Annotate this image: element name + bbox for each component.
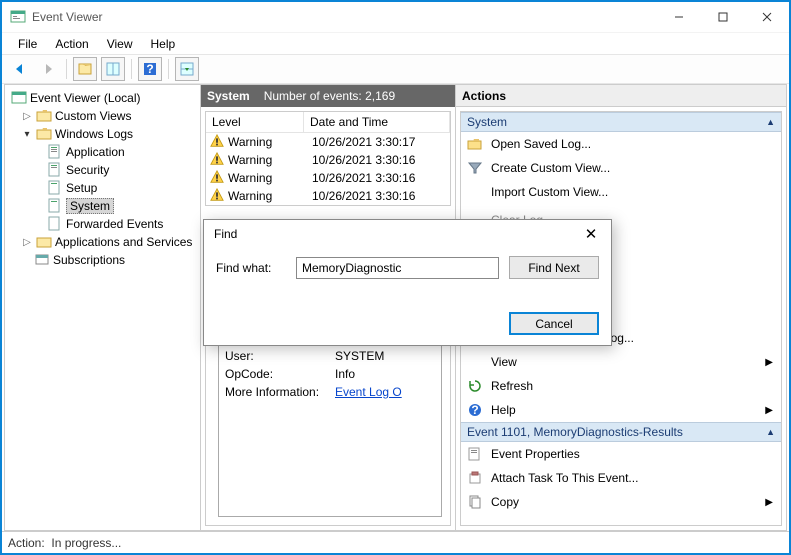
- menu-action[interactable]: Action: [47, 35, 96, 53]
- find-dialog-title: Find: [214, 227, 237, 241]
- warning-icon: [210, 188, 224, 205]
- find-what-label: Find what:: [216, 261, 286, 275]
- events-list[interactable]: Level Date and Time Warning10/26/2021 3:…: [205, 111, 451, 206]
- tree-subscriptions[interactable]: Subscriptions: [7, 251, 200, 269]
- table-row[interactable]: Warning10/26/2021 3:30:16: [206, 187, 450, 205]
- app-icon: [11, 90, 27, 106]
- folder-open-icon: [467, 136, 483, 152]
- titlebar: Event Viewer: [2, 2, 789, 32]
- action-event-properties[interactable]: Event Properties: [461, 442, 781, 466]
- action-view[interactable]: View▶: [461, 350, 781, 374]
- log-icon: [47, 180, 63, 196]
- events-header: System Number of events: 2,169: [201, 85, 455, 107]
- refresh-icon: [467, 378, 483, 394]
- help-icon: ?: [467, 402, 483, 418]
- folder-icon: [36, 126, 52, 142]
- warning-icon: [210, 134, 224, 151]
- attach-task-icon: [467, 470, 483, 486]
- actions-section-event[interactable]: Event 1101, MemoryDiagnostics-Results▲: [461, 422, 781, 442]
- warning-icon: [210, 152, 224, 169]
- menu-file[interactable]: File: [10, 35, 45, 53]
- folder-icon: [36, 234, 52, 250]
- menubar: File Action View Help: [2, 32, 789, 54]
- tree-windows-logs[interactable]: ▾Windows Logs: [7, 125, 200, 143]
- menu-help[interactable]: Help: [143, 35, 184, 53]
- log-icon: [47, 216, 63, 232]
- events-header-name: System: [207, 89, 250, 103]
- find-dialog: Find ✕ Find what: Find Next Cancel: [203, 219, 612, 346]
- find-close-button[interactable]: ✕: [571, 225, 611, 243]
- warning-icon: [210, 170, 224, 187]
- collapse-icon: ▲: [766, 117, 775, 127]
- properties-icon: [467, 446, 483, 462]
- tree-apps-services[interactable]: ▷Applications and Services: [7, 233, 200, 251]
- console-tree[interactable]: Event Viewer (Local) ▷Custom Views ▾Wind…: [5, 85, 201, 530]
- tree-system[interactable]: System: [7, 197, 200, 215]
- blank-icon: [467, 354, 483, 370]
- show-tree-button[interactable]: [73, 57, 97, 81]
- blank-icon: [467, 184, 483, 200]
- close-button[interactable]: [745, 2, 789, 32]
- collapse-icon: ▲: [766, 427, 775, 437]
- toolbar: ?: [2, 54, 789, 84]
- back-button[interactable]: [8, 57, 32, 81]
- log-icon: [47, 198, 63, 214]
- find-cancel-button[interactable]: Cancel: [509, 312, 599, 335]
- chevron-right-icon: ▶: [765, 357, 773, 368]
- copy-icon: [467, 494, 483, 510]
- table-row[interactable]: Warning10/26/2021 3:30:16: [206, 169, 450, 187]
- actions-header: Actions: [456, 85, 786, 107]
- tree-application[interactable]: Application: [7, 143, 200, 161]
- action-create-custom-view[interactable]: Create Custom View...: [461, 156, 781, 180]
- minimize-button[interactable]: [657, 2, 701, 32]
- maximize-button[interactable]: [701, 2, 745, 32]
- forward-button[interactable]: [36, 57, 60, 81]
- subscriptions-icon: [34, 252, 50, 268]
- col-date[interactable]: Date and Time: [304, 112, 450, 132]
- detail-body: Level:Information User:SYSTEM OpCode:Inf…: [218, 326, 442, 517]
- action-attach-task-event[interactable]: Attach Task To This Event...: [461, 466, 781, 490]
- svg-text:?: ?: [146, 62, 153, 76]
- events-list-header[interactable]: Level Date and Time: [206, 112, 450, 133]
- action-import-custom-view[interactable]: Import Custom View...: [461, 180, 781, 204]
- table-row[interactable]: Warning10/26/2021 3:30:17: [206, 133, 450, 151]
- folder-icon: [36, 108, 52, 124]
- tree-forwarded[interactable]: Forwarded Events: [7, 215, 200, 233]
- find-next-button[interactable]: Find Next: [509, 256, 599, 279]
- tree-security[interactable]: Security: [7, 161, 200, 179]
- window-title: Event Viewer: [32, 10, 102, 24]
- event-log-online-link[interactable]: Event Log O: [335, 385, 402, 403]
- menu-view[interactable]: View: [99, 35, 141, 53]
- status-bar: Action: In progress...: [2, 531, 789, 553]
- find-what-input[interactable]: [296, 257, 499, 279]
- event-viewer-window: Event Viewer File Action View Help ? Eve…: [0, 0, 791, 555]
- action-open-saved-log[interactable]: Open Saved Log...: [461, 132, 781, 156]
- tree-custom-views[interactable]: ▷Custom Views: [7, 107, 200, 125]
- chevron-right-icon: ▶: [765, 497, 773, 508]
- action-help[interactable]: ?Help▶: [461, 398, 781, 422]
- log-icon: [47, 144, 63, 160]
- tree-setup[interactable]: Setup: [7, 179, 200, 197]
- actions-section-system[interactable]: System▲: [461, 112, 781, 132]
- chevron-right-icon: ▶: [765, 405, 773, 416]
- tree-root[interactable]: Event Viewer (Local): [7, 89, 200, 107]
- log-icon: [47, 162, 63, 178]
- action-refresh[interactable]: Refresh: [461, 374, 781, 398]
- panel-button-1[interactable]: [101, 57, 125, 81]
- svg-text:?: ?: [471, 403, 478, 417]
- filter-icon: [467, 160, 483, 176]
- help-toolbar-button[interactable]: ?: [138, 57, 162, 81]
- col-level[interactable]: Level: [206, 112, 304, 132]
- panel-button-2[interactable]: [175, 57, 199, 81]
- app-icon: [10, 9, 26, 25]
- action-copy[interactable]: Copy▶: [461, 490, 781, 514]
- table-row[interactable]: Warning10/26/2021 3:30:16: [206, 151, 450, 169]
